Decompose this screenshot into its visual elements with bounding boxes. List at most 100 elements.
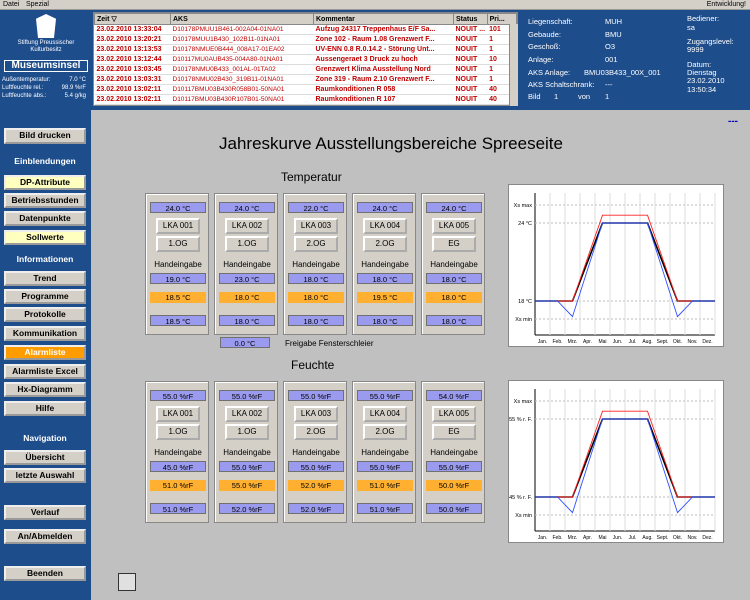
hilfe-button[interactable]: Hilfe <box>4 401 86 416</box>
alarm-row[interactable]: 23.02.2010 13:20:21 D10178MUU1B430_102B11… <box>94 34 517 45</box>
temp-setpoint-max[interactable]: 24.0 °C <box>426 202 482 213</box>
temp-setpoint-max[interactable]: 22.0 °C <box>288 202 344 213</box>
alarmliste-excel-button[interactable]: Alarmliste Excel <box>4 364 86 379</box>
col-status[interactable]: Status <box>453 13 488 25</box>
alarm-row[interactable]: 23.02.2010 13:02:11 D10117BMU03B430R107B0… <box>94 94 517 105</box>
hum-unit-button[interactable]: LKA 002 <box>225 406 269 422</box>
print-button[interactable]: Bild drucken <box>4 128 86 144</box>
temp-setpoint-max[interactable]: 24.0 °C <box>150 202 206 213</box>
hum-unit-button[interactable]: LKA 001 <box>156 406 200 422</box>
alarm-cell: 23.02.2010 13:13:53 <box>94 44 171 55</box>
protokolle-button[interactable]: Protokolle <box>4 307 86 322</box>
hum-manual-value[interactable]: 55.0 %rF <box>219 461 275 472</box>
temp-unit-button[interactable]: LKA 004 <box>363 218 407 234</box>
hum-setpoint-max[interactable]: 54.0 %rF <box>426 390 482 401</box>
kommunikation-button[interactable]: Kommunikation <box>4 326 86 341</box>
alarm-row[interactable]: 23.02.2010 13:03:45 D10178NMU0B433_001AL-… <box>94 64 517 75</box>
x-tick-label: Jan. <box>538 339 547 345</box>
hum-unit-button[interactable]: LKA 004 <box>363 406 407 422</box>
col-zeit[interactable]: Zeit ▽ <box>94 13 171 25</box>
alarm-row[interactable]: 23.02.2010 13:12:44 D10117MU0AUB435-004A8… <box>94 54 517 65</box>
alarm-cell: Aussengeraet 3 Druck zu hoch <box>313 54 454 65</box>
hum-card: 55.0 %rF LKA 003 2.OG Handeingabe 55.0 %rF 52… <box>283 381 347 523</box>
beenden-button[interactable]: Beenden <box>4 566 86 581</box>
temp-unit-button[interactable]: LKA 005 <box>432 218 476 234</box>
hum-manual-value[interactable]: 55.0 %rF <box>288 461 344 472</box>
mode-label: Entwicklung! <box>706 1 746 8</box>
alarm-cell: 23.02.2010 13:12:44 <box>94 54 171 65</box>
temp-setpoint-max[interactable]: 24.0 °C <box>219 202 275 213</box>
temp-manual-value[interactable]: 18.0 °C <box>426 273 482 284</box>
verlauf-button[interactable]: Verlauf <box>4 505 86 520</box>
hum-setpoint-min[interactable]: 52.0 %rF <box>288 503 344 514</box>
hum-floor-button[interactable]: 2.OG <box>294 424 338 440</box>
hum-floor-button[interactable]: 1.OG <box>225 424 269 440</box>
col-prio[interactable]: Pri... <box>486 13 518 25</box>
hum-setpoint-min[interactable]: 51.0 %rF <box>357 503 413 514</box>
section-temperatur: Temperatur <box>281 170 342 184</box>
hum-manual-value[interactable]: 55.0 %rF <box>426 461 482 472</box>
hum-setpoint-max[interactable]: 55.0 %rF <box>219 390 275 401</box>
temp-setpoint-min[interactable]: 18.0 °C <box>219 315 275 326</box>
temp-setpoint-max[interactable]: 24.0 °C <box>357 202 413 213</box>
alarm-scrollbar[interactable] <box>509 24 518 106</box>
freigabe-value[interactable]: 0.0 °C <box>220 337 270 348</box>
temp-setpoint-min[interactable]: 18.0 °C <box>426 315 482 326</box>
datenpunkte-button[interactable]: Datenpunkte <box>4 211 86 226</box>
sollwerte-button[interactable]: Sollwerte <box>4 230 86 245</box>
programme-button[interactable]: Programme <box>4 289 86 304</box>
hum-setpoint-min[interactable]: 52.0 %rF <box>219 503 275 514</box>
temp-setpoint-min[interactable]: 18.0 °C <box>288 315 344 326</box>
temp-unit-button[interactable]: LKA 003 <box>294 218 338 234</box>
an-abmelden-button[interactable]: An/Abmelden <box>4 529 86 544</box>
hum-setpoint-min[interactable]: 51.0 %rF <box>150 503 206 514</box>
hum-setpoint-min[interactable]: 50.0 %rF <box>426 503 482 514</box>
temp-floor-button[interactable]: 2.OG <box>294 236 338 252</box>
hum-floor-button[interactable]: 1.OG <box>156 424 200 440</box>
alarm-row[interactable]: 23.02.2010 13:03:31 D10178NMU02B430_319B1… <box>94 74 517 85</box>
alarmliste-button[interactable]: Alarmliste <box>4 345 86 360</box>
alarm-cell: 23.02.2010 13:03:31 <box>94 74 171 85</box>
alarm-cell: NOUIT <box>453 44 488 55</box>
betriebsstunden-button[interactable]: Betriebsstunden <box>4 193 86 208</box>
temp-manual-value[interactable]: 19.0 °C <box>150 273 206 284</box>
temp-unit-button[interactable]: LKA 001 <box>156 218 200 234</box>
trend-button[interactable]: Trend <box>4 271 86 286</box>
hum-unit-button[interactable]: LKA 003 <box>294 406 338 422</box>
temp-manual-value[interactable]: 18.0 °C <box>357 273 413 284</box>
col-aks[interactable]: AKS <box>170 13 314 25</box>
temp-floor-button[interactable]: 2.OG <box>363 236 407 252</box>
alarm-row[interactable]: 23.02.2010 13:02:11 D10117BMU03B430R058B0… <box>94 84 517 95</box>
alarm-table: Zeit ▽ AKS Kommentar Status Pri... 23.02… <box>93 12 518 106</box>
temp-floor-button[interactable]: EG <box>432 236 476 252</box>
hum-manual-value[interactable]: 45.0 %rF <box>150 461 206 472</box>
temp-unit-button[interactable]: LKA 002 <box>225 218 269 234</box>
hx-diagramm-button[interactable]: Hx-Diagramm <box>4 382 86 397</box>
letzte-auswahl-button[interactable]: letzte Auswahl <box>4 468 86 483</box>
alarm-row[interactable]: 23.02.2010 13:13:53 D10178NMUE0B444_008A1… <box>94 44 517 55</box>
temp-floor-button[interactable]: 1.OG <box>225 236 269 252</box>
temp-setpoint-min[interactable]: 18.0 °C <box>357 315 413 326</box>
menu-datei[interactable]: Datei <box>3 0 19 10</box>
hum-floor-button[interactable]: 2.OG <box>363 424 407 440</box>
alarm-row[interactable]: 23.02.2010 13:33:04 D10178PMUU1B461-002A0… <box>94 24 517 35</box>
dp-attribute-button[interactable]: DP-Attribute <box>4 175 86 190</box>
hum-unit-button[interactable]: LKA 005 <box>432 406 476 422</box>
hum-current-value: 50.0 %rF <box>426 480 482 491</box>
hum-manual-value[interactable]: 55.0 %rF <box>357 461 413 472</box>
temp-card: 24.0 °C LKA 005 EG Handeingabe 18.0 °C 18.0 °… <box>421 193 485 335</box>
temp-manual-value[interactable]: 18.0 °C <box>288 273 344 284</box>
hum-setpoint-max[interactable]: 55.0 %rF <box>357 390 413 401</box>
hum-setpoint-max[interactable]: 55.0 %rF <box>288 390 344 401</box>
temp-setpoint-min[interactable]: 18.5 °C <box>150 315 206 326</box>
uebersicht-button[interactable]: Übersicht <box>4 450 86 465</box>
temp-floor-button[interactable]: 1.OG <box>156 236 200 252</box>
printer-icon[interactable] <box>118 573 136 591</box>
temp-manual-value[interactable]: 23.0 °C <box>219 273 275 284</box>
x-tick-label: Mai <box>598 339 606 345</box>
y-tick-label: Xs max <box>514 203 533 209</box>
menu-spezial[interactable]: Spezial <box>26 0 49 10</box>
hum-floor-button[interactable]: EG <box>432 424 476 440</box>
col-kommentar[interactable]: Kommentar <box>313 13 454 25</box>
hum-setpoint-max[interactable]: 55.0 %rF <box>150 390 206 401</box>
